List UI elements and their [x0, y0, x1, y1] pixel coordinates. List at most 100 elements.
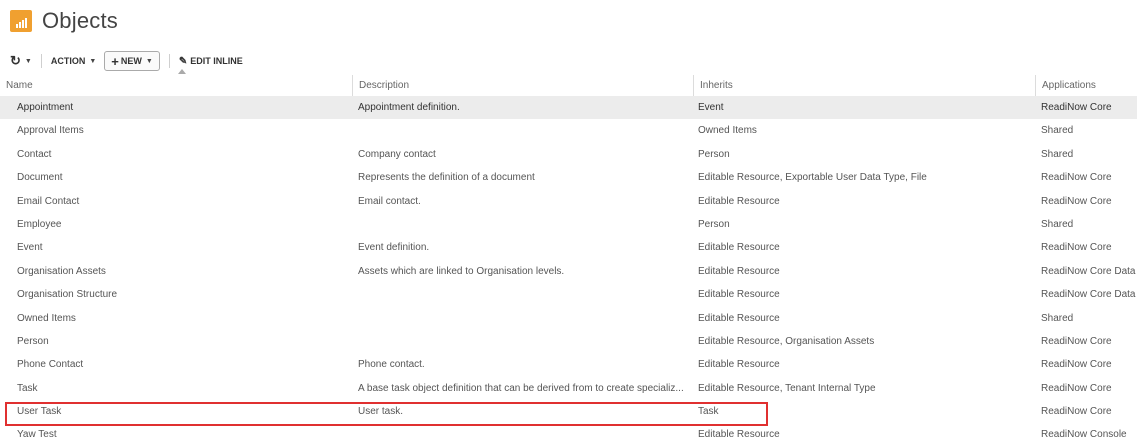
cell-name: Event [17, 242, 43, 254]
cell-applications: ReadiNow Core Data [1041, 265, 1136, 277]
table-row[interactable]: Phone Contact Phone contact. Editable Reso… [0, 353, 1137, 376]
table-row[interactable]: Organisation Structure Editable Resource R… [0, 283, 1137, 306]
pencil-icon: ✎ [178, 55, 188, 67]
action-menu-button[interactable]: ACTION ▼ [51, 56, 96, 66]
table-row[interactable]: User Task User task. Task ReadiNow Core [0, 400, 1137, 423]
table-row[interactable]: Owned Items Editable Resource Shared [0, 307, 1137, 330]
cell-applications: ReadiNow Core [1041, 406, 1112, 418]
cell-inherits: Person [698, 148, 730, 160]
cell-applications: ReadiNow Core [1041, 172, 1112, 184]
cell-applications: ReadiNow Core [1041, 242, 1112, 254]
cell-inherits: Editable Resource [698, 242, 780, 254]
cell-name: Phone Contact [17, 359, 84, 371]
cell-applications: ReadiNow Core [1041, 195, 1112, 207]
cell-name: Person [17, 335, 49, 347]
cell-applications: Shared [1041, 125, 1074, 137]
toolbar-divider [40, 54, 42, 68]
cell-inherits: Editable Resource [698, 265, 780, 277]
cell-description: Phone contact. [358, 359, 425, 371]
cell-name: Document [17, 172, 63, 184]
cell-description: User task. [358, 406, 404, 418]
column-header-description[interactable]: Description [352, 75, 694, 96]
cell-description [358, 119, 694, 142]
cell-name: Organisation Structure [17, 289, 118, 301]
cell-inherits: Editable Resource [698, 289, 780, 301]
cell-description: Appointment definition. [358, 102, 460, 113]
chevron-down-icon: ▼ [24, 57, 32, 65]
cell-inherits: Event [698, 102, 724, 113]
cell-name: Owned Items [17, 312, 76, 324]
cell-inherits: Editable Resource, Tenant Internal Type [698, 382, 876, 394]
cell-applications: Shared [1041, 148, 1074, 160]
table-row[interactable]: Event Event definition. Editable Resource R… [0, 236, 1137, 259]
cell-name: Organisation Assets [17, 265, 106, 277]
cell-applications: ReadiNow Core [1041, 102, 1112, 113]
table-row[interactable]: Employee Person Shared [0, 213, 1137, 236]
toolbar: ↻ ▼ ACTION ▼ + NEW ▼ ✎ EDIT INLINE [10, 51, 243, 71]
cell-name: Task [17, 382, 38, 394]
page-title: Objects [42, 8, 118, 33]
table-row[interactable]: Document Represents the definition of a d… [0, 166, 1137, 189]
cell-applications: ReadiNow Console [1041, 429, 1127, 441]
table-header: Name Description Inherits Applications [0, 75, 1137, 97]
table-row[interactable]: Person Editable Resource, Organisation As… [0, 330, 1137, 353]
cell-inherits: Editable Resource, Organisation Assets [698, 335, 875, 347]
chart-bars-icon [10, 10, 32, 32]
cell-description: Company contact [358, 148, 436, 160]
cell-description: Represents the definition of a document [358, 172, 535, 184]
cell-inherits: Editable Resource [698, 429, 780, 441]
cell-name: User Task [17, 406, 62, 418]
table-row[interactable]: Yaw Test Editable Resource ReadiNow Consol… [0, 423, 1137, 446]
refresh-button[interactable]: ↻ ▼ [10, 53, 32, 69]
cell-description [358, 423, 694, 446]
cell-description: Assets which are linked to Organisation … [358, 265, 565, 277]
cell-applications: ReadiNow Core [1041, 382, 1112, 394]
table-row[interactable]: Contact Company contact Person Shared [0, 143, 1137, 166]
chevron-down-icon: ▼ [89, 57, 97, 65]
table-row[interactable]: Email Contact Email contact. Editable Reso… [0, 190, 1137, 213]
cell-description: Event definition. [358, 242, 430, 254]
new-label: NEW [120, 56, 142, 66]
cell-applications: ReadiNow Core [1041, 335, 1112, 347]
cell-name: Employee [17, 218, 62, 230]
cell-description [358, 213, 694, 236]
sort-ascending-icon [178, 69, 186, 74]
cell-applications: Shared [1041, 218, 1074, 230]
cell-name: Approval Items [17, 125, 84, 137]
table-body: Appointment Appointment definition. Event R… [0, 96, 1137, 447]
cell-applications: ReadiNow Core Data [1041, 289, 1136, 301]
column-header-applications[interactable]: Applications [1035, 75, 1137, 96]
refresh-icon: ↻ [10, 53, 21, 68]
toolbar-divider [168, 54, 170, 68]
cell-description [358, 330, 694, 353]
cell-description: A base task object definition that can b… [358, 382, 684, 394]
column-header-inherits[interactable]: Inherits [693, 75, 1036, 96]
table-row[interactable]: Task A base task object definition that c… [0, 377, 1137, 400]
action-label: ACTION [50, 56, 86, 66]
cell-applications: ReadiNow Core [1041, 359, 1112, 371]
cell-name: Appointment [17, 102, 74, 113]
new-button[interactable]: + NEW ▼ [104, 51, 160, 71]
table-row[interactable]: Approval Items Owned Items Shared [0, 119, 1137, 142]
edit-inline-button[interactable]: ✎ EDIT INLINE [179, 56, 243, 67]
chevron-down-icon: ▼ [145, 57, 153, 65]
cell-description [358, 307, 694, 330]
cell-inherits: Task [698, 406, 719, 418]
table-row[interactable]: Organisation Assets Assets which are link… [0, 260, 1137, 283]
column-header-name[interactable]: Name [0, 75, 352, 96]
table-row[interactable]: Appointment Appointment definition. Event R… [0, 96, 1137, 120]
cell-inherits: Editable Resource [698, 195, 780, 207]
cell-inherits: Person [698, 218, 730, 230]
cell-description: Email contact. [358, 195, 421, 207]
plus-icon: + [111, 53, 119, 69]
cell-inherits: Editable Resource [698, 312, 780, 324]
cell-name: Yaw Test [17, 429, 57, 441]
cell-applications: Shared [1041, 312, 1074, 324]
cell-name: Email Contact [17, 195, 80, 207]
cell-inherits: Editable Resource, Exportable User Data … [698, 172, 927, 184]
cell-inherits: Editable Resource [698, 359, 780, 371]
edit-inline-label: EDIT INLINE [190, 56, 243, 66]
cell-name: Contact [17, 148, 52, 160]
cell-inherits: Owned Items [698, 125, 757, 137]
cell-description [358, 283, 694, 306]
